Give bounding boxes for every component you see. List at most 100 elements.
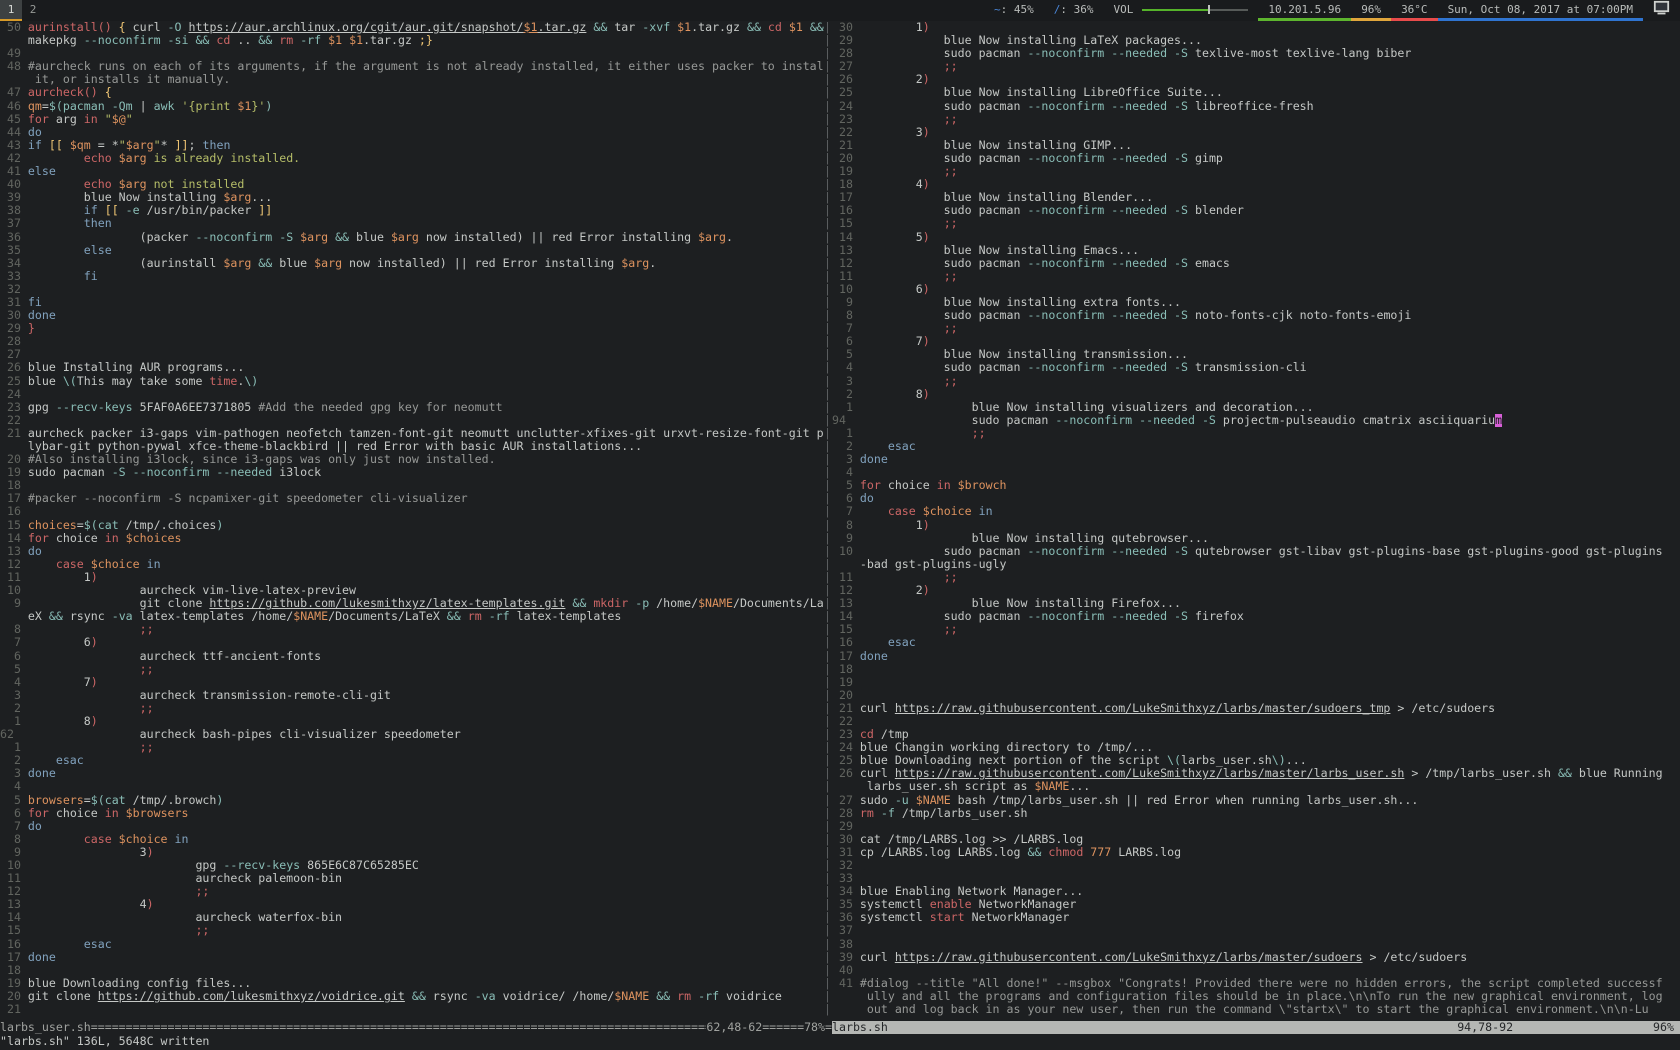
code-line[interactable]: 18	[832, 663, 1680, 676]
code-line[interactable]: 8 sudo pacman --noconfirm --needed -S no…	[832, 309, 1680, 322]
pane-separator[interactable]: | | | | | | | | | | | | | | | | | | | | …	[824, 21, 832, 1021]
code-line[interactable]: 3 done	[0, 767, 824, 780]
code-line[interactable]: 1 blue Now installing visualizers and de…	[832, 401, 1680, 414]
code-line[interactable]: 19 sudo pacman -S --noconfirm --needed i…	[0, 466, 824, 479]
code-line[interactable]: 3 aurcheck transmission-remote-cli-git	[0, 689, 824, 702]
editor-pane-left[interactable]: 50 aurinstall() { curl -O https://aur.ar…	[0, 21, 824, 1021]
code-line[interactable]: 9 blue Now installing extra fonts...	[832, 296, 1680, 309]
code-line[interactable]: 33	[832, 872, 1680, 885]
code-line[interactable]: 17 blue Now installing Blender...	[832, 191, 1680, 204]
workspace-tag-1[interactable]: 1	[0, 0, 22, 21]
code-line[interactable]: 20 sudo pacman --noconfirm --needed -S g…	[832, 152, 1680, 165]
code-line[interactable]: 28	[0, 335, 824, 348]
code-line[interactable]: 7 6)	[0, 636, 824, 649]
code-line[interactable]: 10 6)	[832, 283, 1680, 296]
code-line[interactable]: 37 then	[0, 217, 824, 230]
code-line[interactable]: 12 ;;	[0, 885, 824, 898]
code-line[interactable]: 10 sudo pacman --noconfirm --needed -S q…	[832, 545, 1680, 558]
code-line[interactable]: 15 ;;	[832, 217, 1680, 230]
code-line[interactable]: 29 }	[0, 322, 824, 335]
code-line[interactable]: 14 5)	[832, 231, 1680, 244]
code-line[interactable]: 14 sudo pacman --noconfirm --needed -S f…	[832, 610, 1680, 623]
code-line[interactable]: 30 1)	[832, 21, 1680, 34]
code-line[interactable]: 27	[0, 348, 824, 361]
code-line[interactable]: 41 else	[0, 165, 824, 178]
code-line[interactable]: 2 8)	[832, 388, 1680, 401]
workspace-tag-2[interactable]: 2	[22, 0, 44, 21]
code-line[interactable]: 7 case $choice in	[832, 505, 1680, 518]
code-line[interactable]: 22	[0, 414, 824, 427]
code-line[interactable]: 9 3)	[0, 846, 824, 859]
code-line[interactable]: 26 curl https://raw.githubusercontent.co…	[832, 767, 1680, 780]
code-line[interactable]: 39 blue Now installing $arg...	[0, 191, 824, 204]
code-line[interactable]: 6 aurcheck ttf-ancient-fonts	[0, 650, 824, 663]
code-line[interactable]: 44 do	[0, 126, 824, 139]
code-line[interactable]: 1 ;;	[0, 741, 824, 754]
code-line[interactable]: 6 for choice in $browsers	[0, 807, 824, 820]
code-line[interactable]: 4	[0, 780, 824, 793]
code-line[interactable]: 12 sudo pacman --noconfirm --needed -S e…	[832, 257, 1680, 270]
code-line[interactable]: 6 7)	[832, 335, 1680, 348]
code-line[interactable]: 9 git clone https://github.com/lukesmith…	[0, 597, 824, 610]
code-line[interactable]: eX && rsync -va latex-templates /home/$N…	[0, 610, 824, 623]
code-line[interactable]: 42 echo $arg is already installed.	[0, 152, 824, 165]
code-line[interactable]: 22 3)	[832, 126, 1680, 139]
editor-pane-right[interactable]: 30 1) 29 blue Now installing LaTeX packa…	[832, 21, 1680, 1021]
code-line[interactable]: 30 cat /tmp/LARBS.log >> /LARBS.log	[832, 833, 1680, 846]
code-line[interactable]: 4 sudo pacman --noconfirm --needed -S tr…	[832, 361, 1680, 374]
code-line[interactable]: 13 4)	[0, 898, 824, 911]
code-line[interactable]: 46 qm=$(pacman -Qm | awk '{print $1}')	[0, 100, 824, 113]
code-line[interactable]: 28 sudo pacman --noconfirm --needed -S t…	[832, 47, 1680, 60]
code-line[interactable]: ully and all the programs and configurat…	[832, 990, 1680, 1003]
code-line[interactable]: 6 do	[832, 492, 1680, 505]
code-line[interactable]: 23 ;;	[832, 113, 1680, 126]
code-line[interactable]: 25 blue \(This may take some time.\)	[0, 375, 824, 388]
code-line[interactable]: 14 for choice in $choices	[0, 532, 824, 545]
code-line[interactable]: 2 esac	[0, 754, 824, 767]
code-line[interactable]: 12 2)	[832, 584, 1680, 597]
code-line[interactable]: 18	[0, 479, 824, 492]
code-line[interactable]: 18 4)	[832, 178, 1680, 191]
code-line[interactable]: 19 ;;	[832, 165, 1680, 178]
code-line[interactable]: out and log back in as your new user, th…	[832, 1003, 1680, 1016]
code-line[interactable]: 27 ;;	[832, 60, 1680, 73]
code-line[interactable]: 24	[0, 388, 824, 401]
code-line[interactable]: 34 (aurinstall $arg && blue $arg now ins…	[0, 257, 824, 270]
code-line[interactable]: 50 aurinstall() { curl -O https://aur.ar…	[0, 21, 824, 34]
code-line[interactable]: 26 2)	[832, 73, 1680, 86]
code-line[interactable]: 45 for arg in "$@"	[0, 113, 824, 126]
code-line[interactable]: 1 ;;	[832, 427, 1680, 440]
code-line[interactable]: 5 browsers=$(cat /tmp/.browch)	[0, 794, 824, 807]
volume-slider[interactable]	[1142, 5, 1248, 14]
code-line[interactable]: 2 ;;	[0, 702, 824, 715]
code-line[interactable]: 1 8)	[0, 715, 824, 728]
code-line[interactable]: 7 do	[0, 820, 824, 833]
code-line[interactable]: 17 #packer --noconfirm -S ncpamixer-git …	[0, 492, 824, 505]
code-line[interactable]: 30 done	[0, 309, 824, 322]
code-line[interactable]: 11 aurcheck palemoon-bin	[0, 872, 824, 885]
code-line[interactable]: 33 fi	[0, 270, 824, 283]
code-line[interactable]: 38 if [[ -e /usr/bin/packer ]]	[0, 204, 824, 217]
code-line[interactable]: 13 blue Now installing Firefox...	[832, 597, 1680, 610]
code-line[interactable]: 49	[0, 47, 824, 60]
code-line[interactable]: 25 blue Downloading next portion of the …	[832, 754, 1680, 767]
code-line[interactable]: 32	[0, 283, 824, 296]
code-line-current[interactable]: 94 sudo pacman --noconfirm --needed -S p…	[832, 414, 1680, 427]
volume-slider-thumb[interactable]	[1208, 5, 1210, 14]
code-line[interactable]: 21 blue Now installing GIMP...	[832, 139, 1680, 152]
code-line[interactable]: 3 ;;	[832, 375, 1680, 388]
code-line[interactable]: 20 git clone https://github.com/lukesmit…	[0, 990, 824, 1003]
code-line[interactable]: 18	[0, 964, 824, 977]
code-line[interactable]: 8 ;;	[0, 623, 824, 636]
code-line[interactable]: 13 blue Now installing Emacs...	[832, 244, 1680, 257]
code-line[interactable]: 40 echo $arg not installed	[0, 178, 824, 191]
code-line[interactable]: 20	[832, 689, 1680, 702]
code-line[interactable]: 21	[0, 1003, 824, 1016]
code-line[interactable]: 19	[832, 676, 1680, 689]
code-line[interactable]: 8 case $choice in	[0, 833, 824, 846]
code-line[interactable]: 20 #Also installing i3lock, since i3-gap…	[0, 453, 824, 466]
code-line[interactable]: 14 aurcheck waterfox-bin	[0, 911, 824, 924]
code-line[interactable]: 29 blue Now installing LaTeX packages...	[832, 34, 1680, 47]
code-line[interactable]: 4 7)	[0, 676, 824, 689]
code-line[interactable]: 37	[832, 924, 1680, 937]
